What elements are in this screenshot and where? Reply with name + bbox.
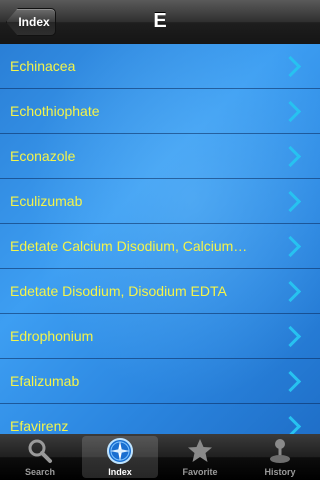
list-item[interactable]: Econazole <box>0 135 320 179</box>
list-item[interactable]: Edetate Disodium, Disodium EDTA <box>0 270 320 314</box>
tab-label: History <box>264 467 296 477</box>
tab-label: Index <box>108 467 132 477</box>
list-item[interactable]: Efavirenz <box>0 405 320 434</box>
tab-index[interactable]: Index <box>80 434 160 480</box>
list-item-label: Echothiophate <box>10 103 100 119</box>
chevron-right-icon <box>279 415 302 434</box>
chevron-right-icon <box>279 100 302 123</box>
star-icon <box>188 439 212 462</box>
drug-list[interactable]: Echinacea Echothiophate Econazole Eculiz… <box>0 44 320 434</box>
list-item-label: Edrophonium <box>10 328 94 344</box>
list-item-label: Efavirenz <box>10 418 69 434</box>
list-item-label: Echinacea <box>10 58 76 74</box>
chevron-right-icon <box>279 325 302 348</box>
chevron-right-icon <box>279 235 302 258</box>
navigation-bar: Index E <box>0 0 320 45</box>
list-item[interactable]: Edetate Calcium Disodium, Calcium… <box>0 225 320 269</box>
tab-favorite[interactable]: Favorite <box>160 434 240 480</box>
chevron-right-icon <box>279 280 302 303</box>
chevron-right-icon <box>279 370 302 393</box>
search-icon <box>28 439 52 463</box>
tab-label: Search <box>24 467 56 477</box>
list-item[interactable]: Echothiophate <box>0 90 320 134</box>
list-item[interactable]: Eculizumab <box>0 180 320 224</box>
list-item-label: Efalizumab <box>10 373 80 389</box>
list-item-label: Edetate Calcium Disodium, Calcium… <box>10 238 248 254</box>
tab-label: Favorite <box>182 467 218 477</box>
chevron-right-icon <box>279 55 302 78</box>
tab-bar: Search Index Favorite History <box>0 434 320 480</box>
list-item-label: Econazole <box>10 148 76 164</box>
tab-search[interactable]: Search <box>0 434 80 480</box>
chevron-right-icon <box>279 145 302 168</box>
list-item[interactable]: Efalizumab <box>0 360 320 404</box>
list-item-label: Eculizumab <box>10 193 83 209</box>
list-item-label: Edetate Disodium, Disodium EDTA <box>10 283 227 299</box>
joystick-icon <box>270 439 290 463</box>
list-item[interactable]: Echinacea <box>0 45 320 89</box>
tab-history[interactable]: History <box>240 434 320 480</box>
chevron-right-icon <box>279 190 302 213</box>
list-item[interactable]: Edrophonium <box>0 315 320 359</box>
compass-icon <box>107 438 133 464</box>
page-title: E <box>153 10 167 32</box>
